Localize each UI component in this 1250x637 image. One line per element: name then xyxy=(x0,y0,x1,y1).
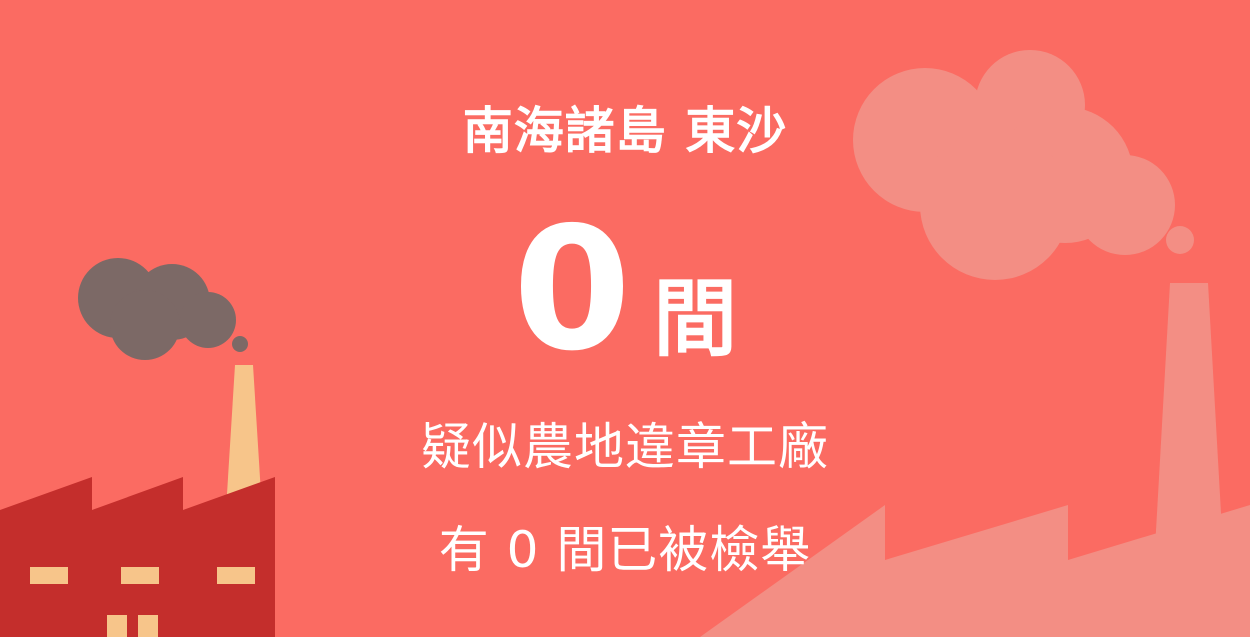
reported-line: 有 0 間已被檢舉 xyxy=(0,518,1250,582)
factory-count: 0間 xyxy=(0,205,1250,375)
reported-suffix: 間已被檢舉 xyxy=(556,521,812,579)
count-unit: 間 xyxy=(653,270,738,368)
count-number: 0 xyxy=(512,191,632,389)
region-title: 南海諸島 東沙 xyxy=(462,102,788,160)
reported-count: 0 xyxy=(506,521,540,579)
description: 疑似農地違章工廠 xyxy=(421,418,829,476)
reported-prefix: 有 xyxy=(438,521,490,579)
headline-block: 南海諸島 東沙 0間 疑似農地違章工廠 有 0 間已被檢舉 xyxy=(0,0,1250,637)
